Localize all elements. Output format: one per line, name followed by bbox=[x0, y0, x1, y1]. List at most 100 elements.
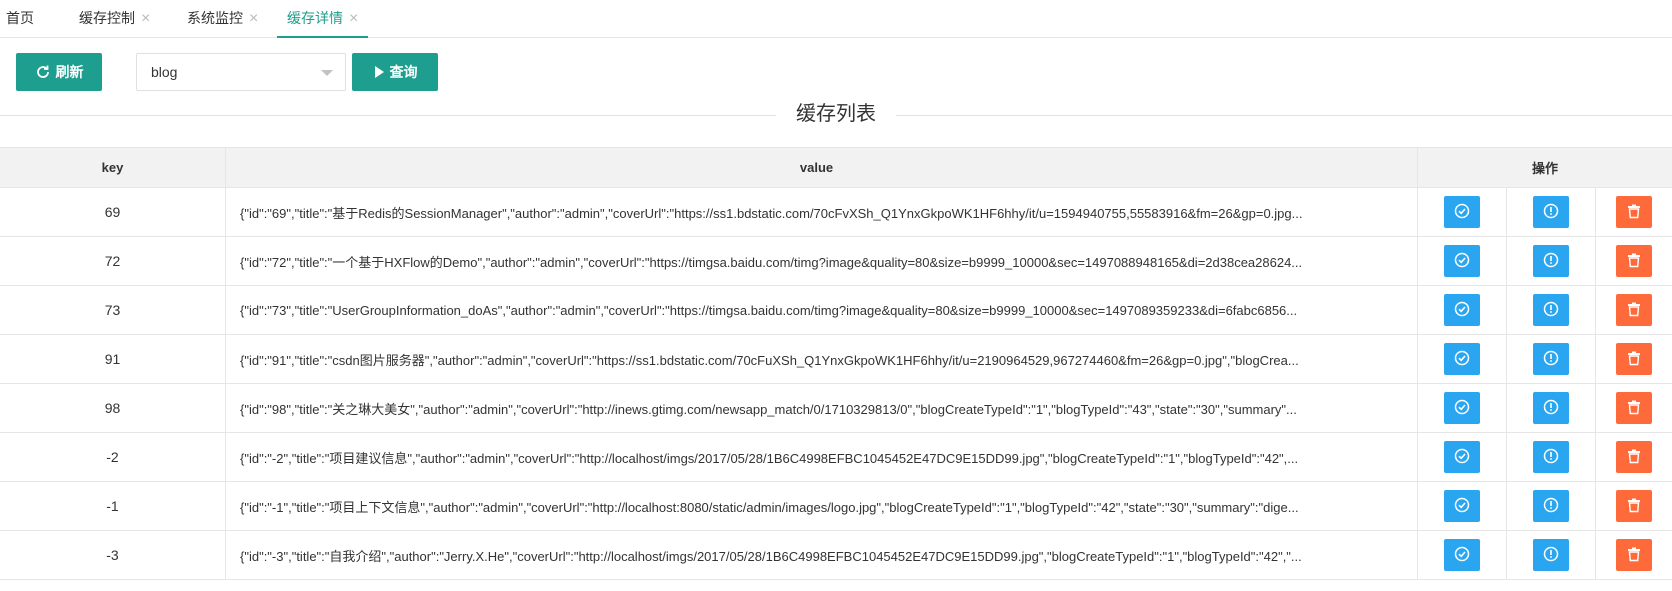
op-cell bbox=[1596, 237, 1672, 285]
delete-button[interactable] bbox=[1616, 343, 1652, 375]
section-title: 缓存列表 bbox=[796, 103, 876, 125]
table-row: -3 {"id":"-3","title":"自我介绍","author":"Je… bbox=[0, 531, 1672, 580]
info-button[interactable] bbox=[1533, 441, 1569, 473]
op-cell bbox=[1507, 433, 1596, 481]
delete-button[interactable] bbox=[1616, 392, 1652, 424]
check-circle-icon bbox=[1454, 203, 1470, 222]
info-button[interactable] bbox=[1533, 343, 1569, 375]
tab-label: 系统监控 bbox=[187, 10, 243, 26]
info-button[interactable] bbox=[1533, 294, 1569, 326]
check-circle-icon bbox=[1454, 252, 1470, 271]
delete-button[interactable] bbox=[1616, 490, 1652, 522]
delete-button[interactable] bbox=[1616, 539, 1652, 571]
close-icon[interactable]: × bbox=[141, 10, 150, 27]
cell-value: {"id":"69","title":"基于Redis的SessionManag… bbox=[226, 188, 1418, 236]
cell-key: 69 bbox=[0, 188, 226, 236]
table-row: 73 {"id":"73","title":"UserGroupInformati… bbox=[0, 286, 1672, 335]
cell-key: -3 bbox=[0, 531, 226, 579]
op-cell bbox=[1596, 531, 1672, 579]
op-cell bbox=[1596, 433, 1672, 481]
cell-key: -2 bbox=[0, 433, 226, 481]
cache-name-select[interactable]: blog bbox=[136, 53, 346, 91]
view-button[interactable] bbox=[1444, 441, 1480, 473]
cell-value: {"id":"-2","title":"项目建议信息","author":"ad… bbox=[226, 433, 1418, 481]
trash-icon bbox=[1626, 203, 1642, 222]
op-cell bbox=[1507, 335, 1596, 383]
trash-icon bbox=[1626, 301, 1642, 320]
delete-button[interactable] bbox=[1616, 245, 1652, 277]
tab-cache-control[interactable]: 缓存控制 × bbox=[79, 0, 150, 38]
op-cell bbox=[1418, 384, 1507, 432]
info-circle-icon bbox=[1543, 399, 1559, 418]
cell-key: 73 bbox=[0, 286, 226, 334]
op-cell bbox=[1418, 188, 1507, 236]
delete-button[interactable] bbox=[1616, 441, 1652, 473]
tab-cache-details[interactable]: 缓存详情 × bbox=[277, 0, 369, 38]
trash-icon bbox=[1626, 252, 1642, 271]
cell-value: {"id":"91","title":"csdn图片服务器","author":… bbox=[226, 335, 1418, 383]
value-text: {"id":"-3","title":"自我介绍","author":"Jerr… bbox=[240, 548, 1302, 564]
cell-key: 98 bbox=[0, 384, 226, 432]
op-cell bbox=[1507, 482, 1596, 530]
info-circle-icon bbox=[1543, 546, 1559, 565]
op-cell bbox=[1507, 188, 1596, 236]
cell-key: 72 bbox=[0, 237, 226, 285]
op-cell bbox=[1596, 286, 1672, 334]
trash-icon bbox=[1626, 448, 1642, 467]
table-row: 98 {"id":"98","title":"关之琳大美女","author":"… bbox=[0, 384, 1672, 433]
cell-value: {"id":"-3","title":"自我介绍","author":"Jerr… bbox=[226, 531, 1418, 579]
check-circle-icon bbox=[1454, 497, 1470, 516]
op-cell bbox=[1507, 531, 1596, 579]
header-value: value bbox=[226, 148, 1418, 187]
tab-bar: 首页 缓存控制 × 系统监控 × 缓存详情 × bbox=[0, 0, 1672, 38]
info-circle-icon bbox=[1543, 252, 1559, 271]
info-circle-icon bbox=[1543, 448, 1559, 467]
select-value: blog bbox=[151, 64, 178, 80]
op-cell bbox=[1418, 433, 1507, 481]
info-button[interactable] bbox=[1533, 245, 1569, 277]
value-text: {"id":"69","title":"基于Redis的SessionManag… bbox=[240, 205, 1303, 221]
view-button[interactable] bbox=[1444, 294, 1480, 326]
op-cell bbox=[1507, 384, 1596, 432]
info-button[interactable] bbox=[1533, 539, 1569, 571]
close-icon[interactable]: × bbox=[249, 10, 258, 27]
header-key: key bbox=[0, 148, 226, 187]
delete-button[interactable] bbox=[1616, 294, 1652, 326]
query-button[interactable]: 查询 bbox=[352, 53, 438, 91]
tab-system-monitor[interactable]: 系统监控 × bbox=[187, 0, 258, 38]
refresh-button[interactable]: 刷新 bbox=[16, 53, 102, 91]
value-text: {"id":"72","title":"一个基于HXFlow的Demo","au… bbox=[240, 254, 1303, 270]
table-row: -1 {"id":"-1","title":"项目上下文信息","author":… bbox=[0, 482, 1672, 531]
play-icon bbox=[373, 65, 385, 79]
chevron-down-icon bbox=[321, 70, 333, 76]
tab-label: 首页 bbox=[6, 10, 34, 26]
view-button[interactable] bbox=[1444, 196, 1480, 228]
cell-key: 91 bbox=[0, 335, 226, 383]
info-button[interactable] bbox=[1533, 392, 1569, 424]
op-cell bbox=[1596, 188, 1672, 236]
check-circle-icon bbox=[1454, 448, 1470, 467]
view-button[interactable] bbox=[1444, 343, 1480, 375]
op-cell bbox=[1596, 335, 1672, 383]
view-button[interactable] bbox=[1444, 245, 1480, 277]
view-button[interactable] bbox=[1444, 490, 1480, 522]
op-cell bbox=[1418, 335, 1507, 383]
section-header: 缓存列表 bbox=[0, 100, 1672, 130]
close-icon[interactable]: × bbox=[349, 10, 358, 27]
op-cell bbox=[1507, 286, 1596, 334]
view-button[interactable] bbox=[1444, 539, 1480, 571]
op-cell bbox=[1418, 531, 1507, 579]
info-circle-icon bbox=[1543, 301, 1559, 320]
table-row: 91 {"id":"91","title":"csdn图片服务器","author… bbox=[0, 335, 1672, 384]
refresh-label: 刷新 bbox=[55, 64, 84, 80]
delete-button[interactable] bbox=[1616, 196, 1652, 228]
table-row: 72 {"id":"72","title":"一个基于HXFlow的Demo","… bbox=[0, 237, 1672, 286]
info-button[interactable] bbox=[1533, 490, 1569, 522]
value-text: {"id":"98","title":"关之琳大美女","author":"ad… bbox=[240, 401, 1297, 417]
op-cell bbox=[1418, 482, 1507, 530]
info-circle-icon bbox=[1543, 203, 1559, 222]
tab-home[interactable]: 首页 bbox=[6, 0, 34, 38]
view-button[interactable] bbox=[1444, 392, 1480, 424]
info-button[interactable] bbox=[1533, 196, 1569, 228]
tab-label: 缓存详情 bbox=[287, 10, 343, 26]
